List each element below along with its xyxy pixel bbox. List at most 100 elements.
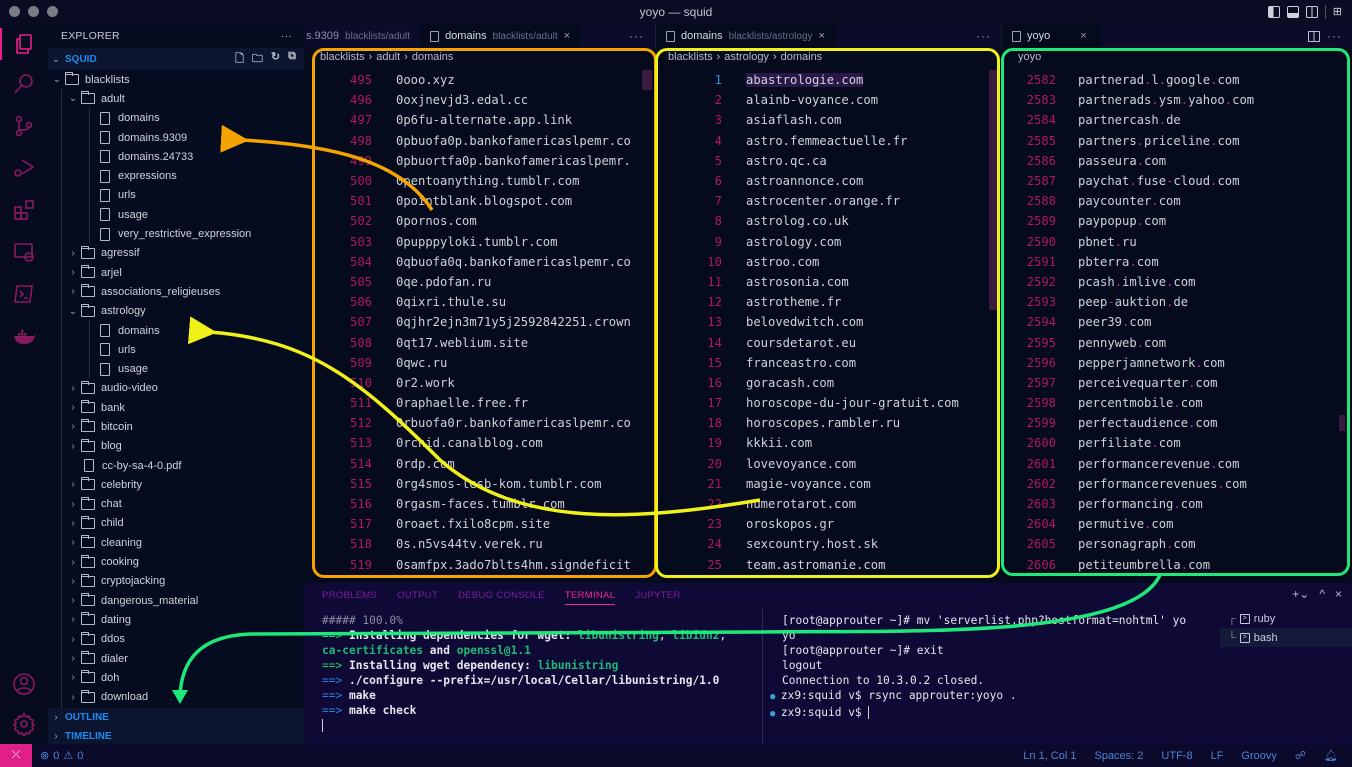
- code-line[interactable]: 518 0s.n5vs44tv.verek.ru: [310, 534, 655, 554]
- encoding[interactable]: UTF-8: [1161, 750, 1192, 762]
- file-item[interactable]: very_restrictive_expression: [48, 224, 304, 243]
- settings-gear-icon[interactable]: [0, 704, 48, 744]
- file-item[interactable]: urls: [48, 340, 304, 359]
- toggle-secondary-sidebar-icon[interactable]: [1305, 6, 1318, 18]
- code-line[interactable]: 2591 pbterra.com: [1008, 252, 1343, 272]
- code-line[interactable]: 2594 peer39.com: [1008, 312, 1343, 332]
- folder-item[interactable]: › bank: [48, 398, 304, 417]
- folder-item[interactable]: › agressif: [48, 244, 304, 263]
- folder-item[interactable]: ⌄ blacklists: [48, 70, 304, 89]
- code-line[interactable]: 9 astrology.com: [660, 232, 990, 252]
- breadcrumb-item[interactable]: blacklists: [668, 51, 713, 63]
- breadcrumb-item[interactable]: domains: [412, 51, 454, 63]
- code-line[interactable]: 2605 personagraph.com: [1008, 534, 1343, 554]
- close-tab-icon[interactable]: ×: [1080, 30, 1086, 42]
- code-line[interactable]: 495 0ooo.xyz: [310, 70, 655, 90]
- file-item[interactable]: cc-by-sa-4-0.pdf: [48, 456, 304, 475]
- folder-item[interactable]: › associations_religieuses: [48, 282, 304, 301]
- code-line[interactable]: 18 horoscopes.rambler.ru: [660, 413, 990, 433]
- close-tab-icon[interactable]: ×: [564, 30, 570, 42]
- folder-item[interactable]: › dangerous_material: [48, 591, 304, 610]
- maximize-panel-icon[interactable]: ^: [1319, 587, 1325, 601]
- code-line[interactable]: 2603 performancing.com: [1008, 494, 1343, 514]
- editor-astrology-domains[interactable]: 1 abastrologie.com 2 alainb-voyance.com 3 asi…: [660, 70, 990, 580]
- file-item[interactable]: domains: [48, 109, 304, 128]
- code-line[interactable]: 2 alainb-voyance.com: [660, 90, 990, 110]
- language-mode[interactable]: Groovy: [1241, 750, 1276, 762]
- breadcrumb-item[interactable]: yoyo: [1018, 51, 1041, 63]
- code-line[interactable]: 508 0qt17.weblium.site: [310, 332, 655, 352]
- code-line[interactable]: 496 0oxjnevjd3.edal.cc: [310, 90, 655, 110]
- code-line[interactable]: 21 magie-voyance.com: [660, 474, 990, 494]
- code-line[interactable]: 503 0pupppyloki.tumblr.com: [310, 232, 655, 252]
- folder-item[interactable]: › bitcoin: [48, 417, 304, 436]
- code-line[interactable]: 513 0rchid.canalblog.com: [310, 433, 655, 453]
- collapse-all-icon[interactable]: ⧉: [288, 50, 296, 69]
- code-line[interactable]: 2600 perfiliate.com: [1008, 433, 1343, 453]
- folder-item[interactable]: › dating: [48, 610, 304, 629]
- folder-item[interactable]: › child: [48, 514, 304, 533]
- code-line[interactable]: 501 0pointblank.blogspot.com: [310, 191, 655, 211]
- code-line[interactable]: 2587 paychat.fuse-cloud.com: [1008, 171, 1343, 191]
- file-item[interactable]: urls: [48, 186, 304, 205]
- breadcrumb-item[interactable]: adult: [376, 51, 400, 63]
- code-line[interactable]: 14 coursdetarot.eu: [660, 332, 990, 352]
- code-line[interactable]: 512 0rbuofa0r.bankofamericaslpemr.co: [310, 413, 655, 433]
- code-line[interactable]: 2588 paycounter.com: [1008, 191, 1343, 211]
- source-control-icon[interactable]: [0, 106, 48, 146]
- close-tab-icon[interactable]: ×: [819, 30, 825, 42]
- tab-terminal[interactable]: TERMINAL: [564, 590, 616, 605]
- code-line[interactable]: 2596 pepperjamnetwork.com: [1008, 353, 1343, 373]
- folder-item[interactable]: › audio-video: [48, 379, 304, 398]
- breadcrumb-item[interactable]: domains: [781, 51, 823, 63]
- maximize-window-button[interactable]: [47, 6, 58, 17]
- breadcrumb-item[interactable]: astrology: [724, 51, 769, 63]
- split-editor-icon[interactable]: [1308, 30, 1320, 42]
- tab-debug-console[interactable]: DEBUG CONSOLE: [458, 590, 545, 601]
- breadcrumb-item[interactable]: blacklists: [320, 51, 365, 63]
- tab-problems[interactable]: PROBLEMS: [322, 590, 377, 601]
- close-window-button[interactable]: [9, 6, 20, 17]
- toggle-sidebar-icon[interactable]: [1267, 6, 1280, 18]
- code-line[interactable]: 6 astroannonce.com: [660, 171, 990, 191]
- terminal-item-ruby[interactable]: ┌ > ruby: [1220, 609, 1352, 628]
- code-line[interactable]: 506 0qixri.thule.su: [310, 292, 655, 312]
- outline-section[interactable]: › OUTLINE: [48, 708, 304, 727]
- folder-item[interactable]: › cooking: [48, 552, 304, 571]
- code-line[interactable]: 511 0raphaelle.free.fr: [310, 393, 655, 413]
- code-line[interactable]: 514 0rdp.com: [310, 454, 655, 474]
- code-line[interactable]: 22 numerotarot.com: [660, 494, 990, 514]
- code-line[interactable]: 2598 percentmobile.com: [1008, 393, 1343, 413]
- code-line[interactable]: 2602 performancerevenues.com: [1008, 474, 1343, 494]
- problems-indicator[interactable]: ⊗ 0 ⚠ 0: [32, 749, 83, 763]
- remote-indicator-icon[interactable]: ⤫: [0, 744, 32, 767]
- code-line[interactable]: 2592 pcash.imlive.com: [1008, 272, 1343, 292]
- code-line[interactable]: 23 oroskopos.gr: [660, 514, 990, 534]
- toggle-panel-icon[interactable]: [1286, 6, 1299, 18]
- code-line[interactable]: 2586 passeura.com: [1008, 151, 1343, 171]
- code-line[interactable]: 502 0pornos.com: [310, 211, 655, 231]
- code-line[interactable]: 504 0qbuofa0q.bankofamericaslpemr.co: [310, 252, 655, 272]
- editor-more-actions[interactable]: ···: [976, 29, 991, 43]
- code-line[interactable]: 498 0pbuofa0p.bankofamericaslpemr.co: [310, 131, 655, 151]
- editor-more-actions[interactable]: ···: [1327, 29, 1342, 43]
- code-line[interactable]: 510 0r2.work: [310, 373, 655, 393]
- code-line[interactable]: 2590 pbnet.ru: [1008, 232, 1343, 252]
- folder-item[interactable]: › chat: [48, 495, 304, 514]
- notifications-bell-icon[interactable]: 🔔︎: [1324, 749, 1338, 762]
- folder-item[interactable]: › cryptojacking: [48, 572, 304, 591]
- code-line[interactable]: 2597 perceivequarter.com: [1008, 373, 1343, 393]
- code-line[interactable]: 497 0p6fu-alternate.app.link: [310, 110, 655, 130]
- folder-item[interactable]: › arjel: [48, 263, 304, 282]
- code-line[interactable]: 19 kkkii.com: [660, 433, 990, 453]
- code-line[interactable]: 25 team.astromanie.com: [660, 555, 990, 575]
- folder-item[interactable]: › doh: [48, 668, 304, 687]
- folder-item[interactable]: › dialer: [48, 649, 304, 668]
- code-line[interactable]: 2584 partnercash.de: [1008, 110, 1343, 130]
- workspace-section-header[interactable]: ⌄ SQUID 🗋 🗀 ↻ ⧉: [48, 48, 304, 70]
- remote-explorer-icon[interactable]: [0, 232, 48, 272]
- code-line[interactable]: 2589 paypopup.com: [1008, 211, 1343, 231]
- code-line[interactable]: 2599 perfectaudience.com: [1008, 413, 1343, 433]
- feedback-icon[interactable]: ☍: [1295, 749, 1306, 762]
- code-line[interactable]: 4 astro.femmeactuelle.fr: [660, 131, 990, 151]
